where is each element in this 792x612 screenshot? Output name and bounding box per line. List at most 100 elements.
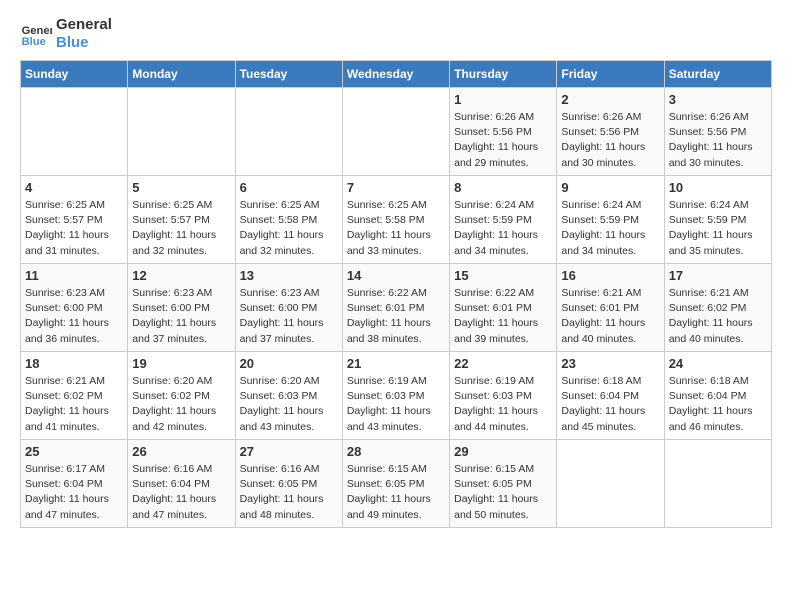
calendar-week-row: 18 Sunrise: 6:21 AM Sunset: 6:02 PM Dayli… [21, 352, 772, 440]
calendar-cell: 23 Sunrise: 6:18 AM Sunset: 6:04 PM Dayli… [557, 352, 664, 440]
calendar-cell: 2Sunrise: 6:26 AM Sunset: 5:56 PM Daylig… [557, 88, 664, 176]
calendar-cell [128, 88, 235, 176]
col-wednesday: Wednesday [342, 61, 449, 88]
calendar-cell: 16 Sunrise: 6:21 AM Sunset: 6:01 PM Dayli… [557, 264, 664, 352]
day-info: Sunrise: 6:15 AM Sunset: 6:05 PM Dayligh… [454, 462, 552, 523]
svg-text:Blue: Blue [22, 36, 46, 48]
calendar-cell: 24 Sunrise: 6:18 AM Sunset: 6:04 PM Dayli… [664, 352, 771, 440]
page-header: General Blue General Blue [20, 16, 772, 52]
day-number: 18 [25, 356, 123, 371]
day-info: Sunrise: 6:23 AM Sunset: 6:00 PM Dayligh… [240, 286, 338, 347]
calendar-table: Sunday Monday Tuesday Wednesday Thursday… [20, 60, 772, 528]
day-number: 12 [132, 268, 230, 283]
day-info: Sunrise: 6:21 AM Sunset: 6:01 PM Dayligh… [561, 286, 659, 347]
calendar-cell: 27 Sunrise: 6:16 AM Sunset: 6:05 PM Dayli… [235, 440, 342, 528]
calendar-cell: 13 Sunrise: 6:23 AM Sunset: 6:00 PM Dayli… [235, 264, 342, 352]
day-info: Sunrise: 6:18 AM Sunset: 6:04 PM Dayligh… [669, 374, 767, 435]
day-number: 27 [240, 444, 338, 459]
calendar-cell: 8Sunrise: 6:24 AM Sunset: 5:59 PM Daylig… [450, 176, 557, 264]
calendar-cell: 12 Sunrise: 6:23 AM Sunset: 6:00 PM Dayli… [128, 264, 235, 352]
day-number: 17 [669, 268, 767, 283]
day-number: 15 [454, 268, 552, 283]
day-info: Sunrise: 6:16 AM Sunset: 6:05 PM Dayligh… [240, 462, 338, 523]
col-saturday: Saturday [664, 61, 771, 88]
calendar-cell [557, 440, 664, 528]
day-info: Sunrise: 6:26 AM Sunset: 5:56 PM Dayligh… [561, 110, 659, 171]
svg-text:General: General [22, 25, 52, 37]
day-number: 3 [669, 92, 767, 107]
day-number: 5 [132, 180, 230, 195]
day-number: 26 [132, 444, 230, 459]
day-number: 13 [240, 268, 338, 283]
day-info: Sunrise: 6:19 AM Sunset: 6:03 PM Dayligh… [347, 374, 445, 435]
day-info: Sunrise: 6:25 AM Sunset: 5:58 PM Dayligh… [240, 198, 338, 259]
calendar-week-row: 11 Sunrise: 6:23 AM Sunset: 6:00 PM Dayli… [21, 264, 772, 352]
calendar-cell: 3Sunrise: 6:26 AM Sunset: 5:56 PM Daylig… [664, 88, 771, 176]
calendar-cell: 5 Sunrise: 6:25 AM Sunset: 5:57 PM Daylig… [128, 176, 235, 264]
day-info: Sunrise: 6:23 AM Sunset: 6:00 PM Dayligh… [132, 286, 230, 347]
calendar-week-row: 1Sunrise: 6:26 AM Sunset: 5:56 PM Daylig… [21, 88, 772, 176]
calendar-cell: 22Sunrise: 6:19 AM Sunset: 6:03 PM Dayli… [450, 352, 557, 440]
day-info: Sunrise: 6:25 AM Sunset: 5:57 PM Dayligh… [25, 198, 123, 259]
calendar-cell [664, 440, 771, 528]
logo-icon: General Blue [20, 18, 52, 50]
day-number: 10 [669, 180, 767, 195]
day-info: Sunrise: 6:22 AM Sunset: 6:01 PM Dayligh… [454, 286, 552, 347]
day-info: Sunrise: 6:17 AM Sunset: 6:04 PM Dayligh… [25, 462, 123, 523]
day-info: Sunrise: 6:18 AM Sunset: 6:04 PM Dayligh… [561, 374, 659, 435]
day-number: 29 [454, 444, 552, 459]
day-number: 20 [240, 356, 338, 371]
calendar-cell: 18 Sunrise: 6:21 AM Sunset: 6:02 PM Dayli… [21, 352, 128, 440]
col-thursday: Thursday [450, 61, 557, 88]
day-info: Sunrise: 6:22 AM Sunset: 6:01 PM Dayligh… [347, 286, 445, 347]
day-number: 23 [561, 356, 659, 371]
calendar-cell: 26 Sunrise: 6:16 AM Sunset: 6:04 PM Dayli… [128, 440, 235, 528]
calendar-cell: 7 Sunrise: 6:25 AM Sunset: 5:58 PM Daylig… [342, 176, 449, 264]
day-info: Sunrise: 6:19 AM Sunset: 6:03 PM Dayligh… [454, 374, 552, 435]
day-info: Sunrise: 6:23 AM Sunset: 6:00 PM Dayligh… [25, 286, 123, 347]
calendar-cell: 20 Sunrise: 6:20 AM Sunset: 6:03 PM Dayli… [235, 352, 342, 440]
calendar-cell: 19Sunrise: 6:20 AM Sunset: 6:02 PM Dayli… [128, 352, 235, 440]
calendar-cell: 15 Sunrise: 6:22 AM Sunset: 6:01 PM Dayli… [450, 264, 557, 352]
calendar-cell: 17 Sunrise: 6:21 AM Sunset: 6:02 PM Dayli… [664, 264, 771, 352]
day-number: 7 [347, 180, 445, 195]
day-number: 28 [347, 444, 445, 459]
day-number: 16 [561, 268, 659, 283]
calendar-cell: 6 Sunrise: 6:25 AM Sunset: 5:58 PM Daylig… [235, 176, 342, 264]
day-number: 21 [347, 356, 445, 371]
day-info: Sunrise: 6:20 AM Sunset: 6:03 PM Dayligh… [240, 374, 338, 435]
day-info: Sunrise: 6:24 AM Sunset: 5:59 PM Dayligh… [669, 198, 767, 259]
day-info: Sunrise: 6:21 AM Sunset: 6:02 PM Dayligh… [25, 374, 123, 435]
day-info: Sunrise: 6:25 AM Sunset: 5:58 PM Dayligh… [347, 198, 445, 259]
day-info: Sunrise: 6:16 AM Sunset: 6:04 PM Dayligh… [132, 462, 230, 523]
calendar-cell [235, 88, 342, 176]
logo: General Blue General Blue [20, 16, 112, 52]
calendar-week-row: 25 Sunrise: 6:17 AM Sunset: 6:04 PM Dayli… [21, 440, 772, 528]
day-number: 4 [25, 180, 123, 195]
day-number: 11 [25, 268, 123, 283]
day-info: Sunrise: 6:21 AM Sunset: 6:02 PM Dayligh… [669, 286, 767, 347]
day-info: Sunrise: 6:26 AM Sunset: 5:56 PM Dayligh… [454, 110, 552, 171]
calendar-week-row: 4 Sunrise: 6:25 AM Sunset: 5:57 PM Daylig… [21, 176, 772, 264]
day-number: 25 [25, 444, 123, 459]
day-number: 6 [240, 180, 338, 195]
day-number: 24 [669, 356, 767, 371]
calendar-cell: 9Sunrise: 6:24 AM Sunset: 5:59 PM Daylig… [557, 176, 664, 264]
calendar-cell: 11 Sunrise: 6:23 AM Sunset: 6:00 PM Dayli… [21, 264, 128, 352]
calendar-cell: 21 Sunrise: 6:19 AM Sunset: 6:03 PM Dayli… [342, 352, 449, 440]
col-monday: Monday [128, 61, 235, 88]
calendar-cell: 4 Sunrise: 6:25 AM Sunset: 5:57 PM Daylig… [21, 176, 128, 264]
col-friday: Friday [557, 61, 664, 88]
day-number: 8 [454, 180, 552, 195]
day-info: Sunrise: 6:25 AM Sunset: 5:57 PM Dayligh… [132, 198, 230, 259]
calendar-cell: 25 Sunrise: 6:17 AM Sunset: 6:04 PM Dayli… [21, 440, 128, 528]
day-info: Sunrise: 6:24 AM Sunset: 5:59 PM Dayligh… [561, 198, 659, 259]
day-info: Sunrise: 6:20 AM Sunset: 6:02 PM Dayligh… [132, 374, 230, 435]
calendar-cell [342, 88, 449, 176]
calendar-header-row: Sunday Monday Tuesday Wednesday Thursday… [21, 61, 772, 88]
col-tuesday: Tuesday [235, 61, 342, 88]
calendar-cell [21, 88, 128, 176]
calendar-cell: 14 Sunrise: 6:22 AM Sunset: 6:01 PM Dayli… [342, 264, 449, 352]
day-number: 14 [347, 268, 445, 283]
calendar-cell: 1Sunrise: 6:26 AM Sunset: 5:56 PM Daylig… [450, 88, 557, 176]
